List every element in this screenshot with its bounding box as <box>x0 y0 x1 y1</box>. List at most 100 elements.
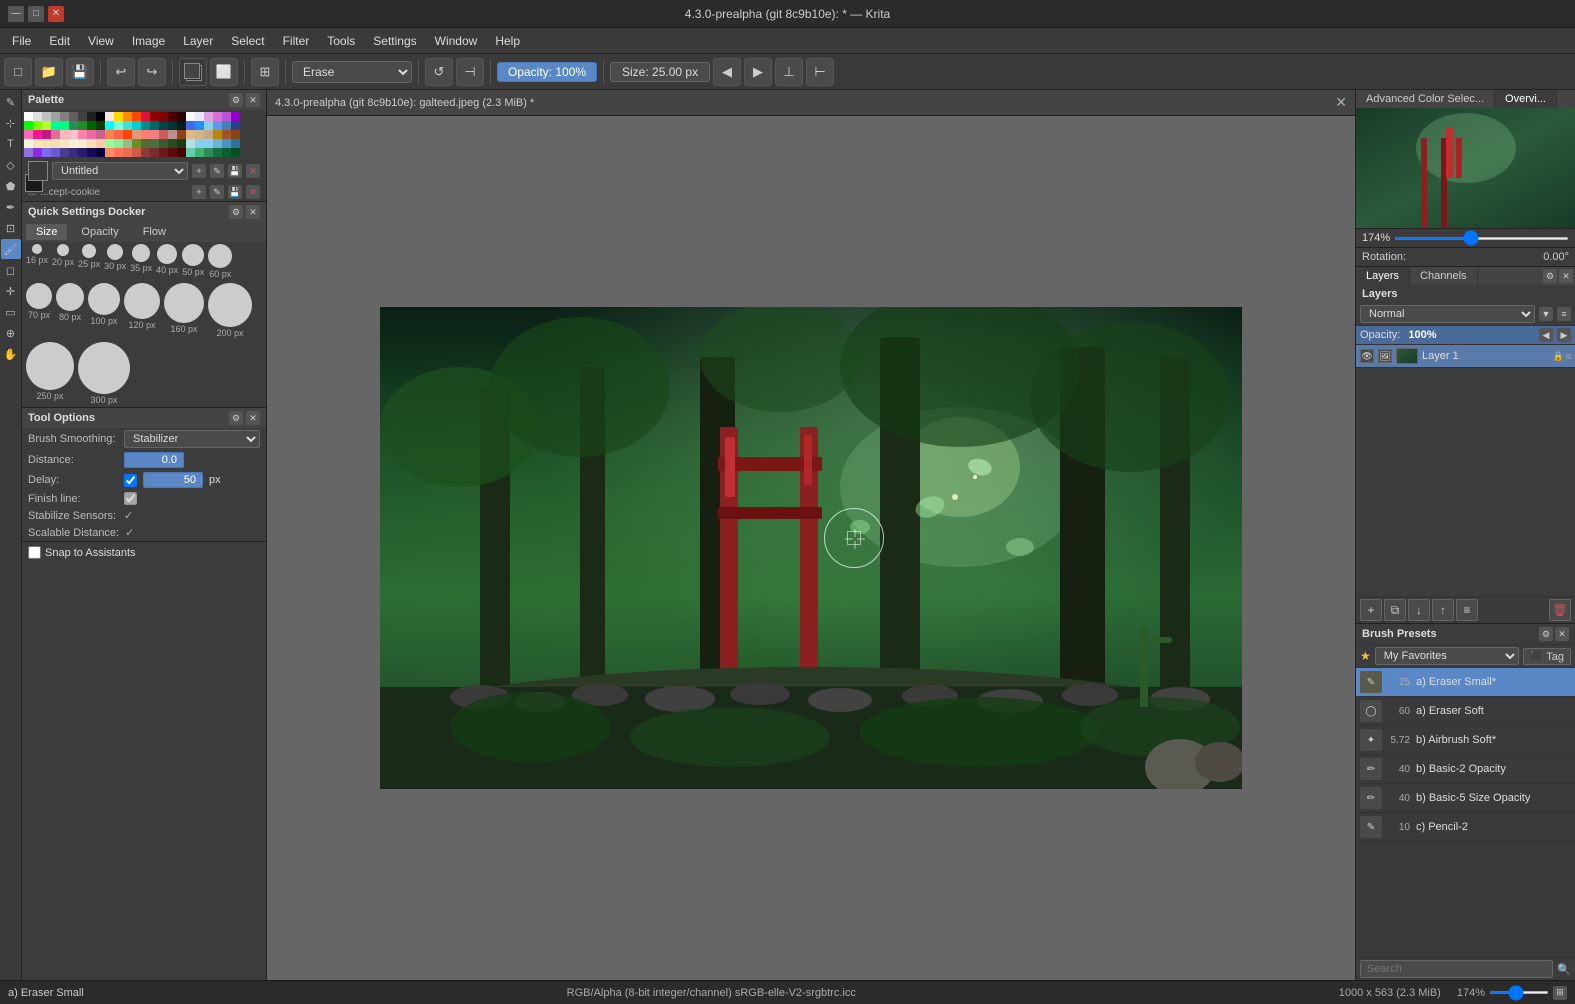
color-swatch[interactable] <box>186 148 195 157</box>
color-swatch[interactable] <box>168 130 177 139</box>
tool-text[interactable]: T <box>1 134 21 154</box>
menu-help[interactable]: Help <box>487 32 528 50</box>
brush-size-16[interactable]: 16 px <box>26 244 48 279</box>
color-swatch[interactable] <box>69 121 78 130</box>
color-swatch[interactable] <box>51 139 60 148</box>
color-swatch[interactable] <box>123 130 132 139</box>
color-swatch[interactable] <box>231 130 240 139</box>
color-swatch[interactable] <box>51 130 60 139</box>
bp-item-airbrush[interactable]: ✦ 5.72 b) Airbrush Soft* <box>1356 726 1575 755</box>
color-swatch[interactable] <box>96 139 105 148</box>
tool-zoom[interactable]: ⊕ <box>1 323 21 343</box>
color-swatch[interactable] <box>159 148 168 157</box>
menu-settings[interactable]: Settings <box>365 32 424 50</box>
color-swatch[interactable] <box>42 130 51 139</box>
palette-edit-btn[interactable]: ✎ <box>210 164 224 178</box>
color-swatch[interactable] <box>60 130 69 139</box>
quick-settings-close-btn[interactable]: ✕ <box>246 205 260 219</box>
color-swatch[interactable] <box>51 112 60 121</box>
layers-filter-btn[interactable]: ▼ <box>1539 307 1553 321</box>
size-decrease-button[interactable]: ◀ <box>713 58 741 86</box>
color-swatch[interactable] <box>87 148 96 157</box>
color-swatch[interactable] <box>114 130 123 139</box>
layer-properties-button[interactable]: ≡ <box>1456 599 1478 621</box>
color-swatch[interactable] <box>141 112 150 121</box>
tool-options-close-btn[interactable]: ✕ <box>246 411 260 425</box>
color-swatch[interactable] <box>204 112 213 121</box>
color-swatch[interactable] <box>222 121 231 130</box>
color-swatch[interactable] <box>33 130 42 139</box>
color-swatch[interactable] <box>231 148 240 157</box>
brush-size-70[interactable]: 70 px <box>26 283 52 338</box>
quick-settings-settings-btn[interactable]: ⚙ <box>229 205 243 219</box>
palette-resource-del[interactable]: ✕ <box>246 185 260 199</box>
bp-search-input[interactable] <box>1360 960 1553 978</box>
fg-color-btn[interactable] <box>179 58 207 86</box>
tab-overview[interactable]: Overvi... <box>1495 90 1557 108</box>
brush-size-20[interactable]: 20 px <box>52 244 74 279</box>
layer-lock-icon[interactable]: 🔒 <box>1553 351 1564 362</box>
color-swatch[interactable] <box>60 121 69 130</box>
layers-opacity-increase[interactable]: ▶ <box>1557 328 1571 342</box>
brush-size-100[interactable]: 100 px <box>88 283 120 338</box>
palette-resource-add[interactable]: + <box>192 185 206 199</box>
color-swatch[interactable] <box>51 121 60 130</box>
color-swatch[interactable] <box>87 139 96 148</box>
color-swatch[interactable] <box>213 139 222 148</box>
tool-brush[interactable]: 🖌 <box>1 239 21 259</box>
color-swatch[interactable] <box>159 112 168 121</box>
palette-name-selector[interactable]: Untitled <box>52 162 188 180</box>
grid-btn[interactable]: ⊞ <box>251 58 279 86</box>
brush-size-200[interactable]: 200 px <box>208 283 252 338</box>
color-swatch[interactable] <box>159 139 168 148</box>
color-swatch[interactable] <box>168 112 177 121</box>
color-swatch[interactable] <box>168 121 177 130</box>
layer-move-down-button[interactable]: ↓ <box>1408 599 1430 621</box>
bp-item-eraser-small[interactable]: ✎ 25 a) Eraser Small* <box>1356 668 1575 697</box>
color-swatch[interactable] <box>69 148 78 157</box>
color-swatch[interactable] <box>168 148 177 157</box>
color-swatch[interactable] <box>132 139 141 148</box>
mirror-v-button[interactable]: ⊥ <box>775 58 803 86</box>
size-increase-button[interactable]: ▶ <box>744 58 772 86</box>
menu-select[interactable]: Select <box>223 32 272 50</box>
size-display[interactable]: Size: 25.00 px <box>610 62 710 82</box>
delay-checkbox[interactable] <box>124 474 137 487</box>
bp-item-basic5[interactable]: ✏ 40 b) Basic-5 Size Opacity <box>1356 784 1575 813</box>
layers-settings-btn[interactable]: ⚙ <box>1543 269 1557 283</box>
palette-save-btn[interactable]: 💾 <box>228 164 242 178</box>
color-swatch[interactable] <box>105 121 114 130</box>
color-swatch[interactable] <box>69 139 78 148</box>
brush-size-25[interactable]: 25 px <box>78 244 100 279</box>
brush-size-250[interactable]: 250 px <box>26 342 74 405</box>
menu-view[interactable]: View <box>80 32 122 50</box>
brush-size-35[interactable]: 35 px <box>130 244 152 279</box>
tool-shape[interactable]: ◇ <box>1 155 21 175</box>
layer-move-up-button[interactable]: ↑ <box>1432 599 1454 621</box>
opacity-display[interactable]: Opacity: 100% <box>497 62 597 82</box>
blend-mode-select[interactable]: Normal <box>1360 305 1535 323</box>
bp-close-btn[interactable]: ✕ <box>1555 627 1569 641</box>
brush-size-60[interactable]: 60 px <box>208 244 232 279</box>
menu-image[interactable]: Image <box>124 32 173 50</box>
qs-tab-opacity[interactable]: Opacity <box>71 224 128 240</box>
color-swatch[interactable] <box>105 139 114 148</box>
layer-row-1[interactable]: 👁 🖼 Layer 1 🔒 α <box>1356 345 1575 368</box>
color-swatch[interactable] <box>78 121 87 130</box>
color-swatch[interactable] <box>186 139 195 148</box>
palette-delete-btn[interactable]: ✕ <box>246 164 260 178</box>
color-swatch[interactable] <box>60 112 69 121</box>
color-swatch[interactable] <box>24 112 33 121</box>
color-swatch[interactable] <box>177 139 186 148</box>
color-swatch[interactable] <box>222 148 231 157</box>
color-swatch[interactable] <box>105 148 114 157</box>
tab-advanced-color[interactable]: Advanced Color Selec... <box>1356 90 1495 108</box>
bp-settings-btn[interactable]: ⚙ <box>1539 627 1553 641</box>
color-swatch[interactable] <box>204 139 213 148</box>
tool-eyedropper[interactable]: ✒ <box>1 197 21 217</box>
statusbar-zoom-fit[interactable]: ⊞ <box>1553 986 1567 1000</box>
color-swatch[interactable] <box>96 130 105 139</box>
color-swatch[interactable] <box>231 112 240 121</box>
palette-settings-btn[interactable]: ⚙ <box>229 93 243 107</box>
color-swatch[interactable] <box>204 148 213 157</box>
